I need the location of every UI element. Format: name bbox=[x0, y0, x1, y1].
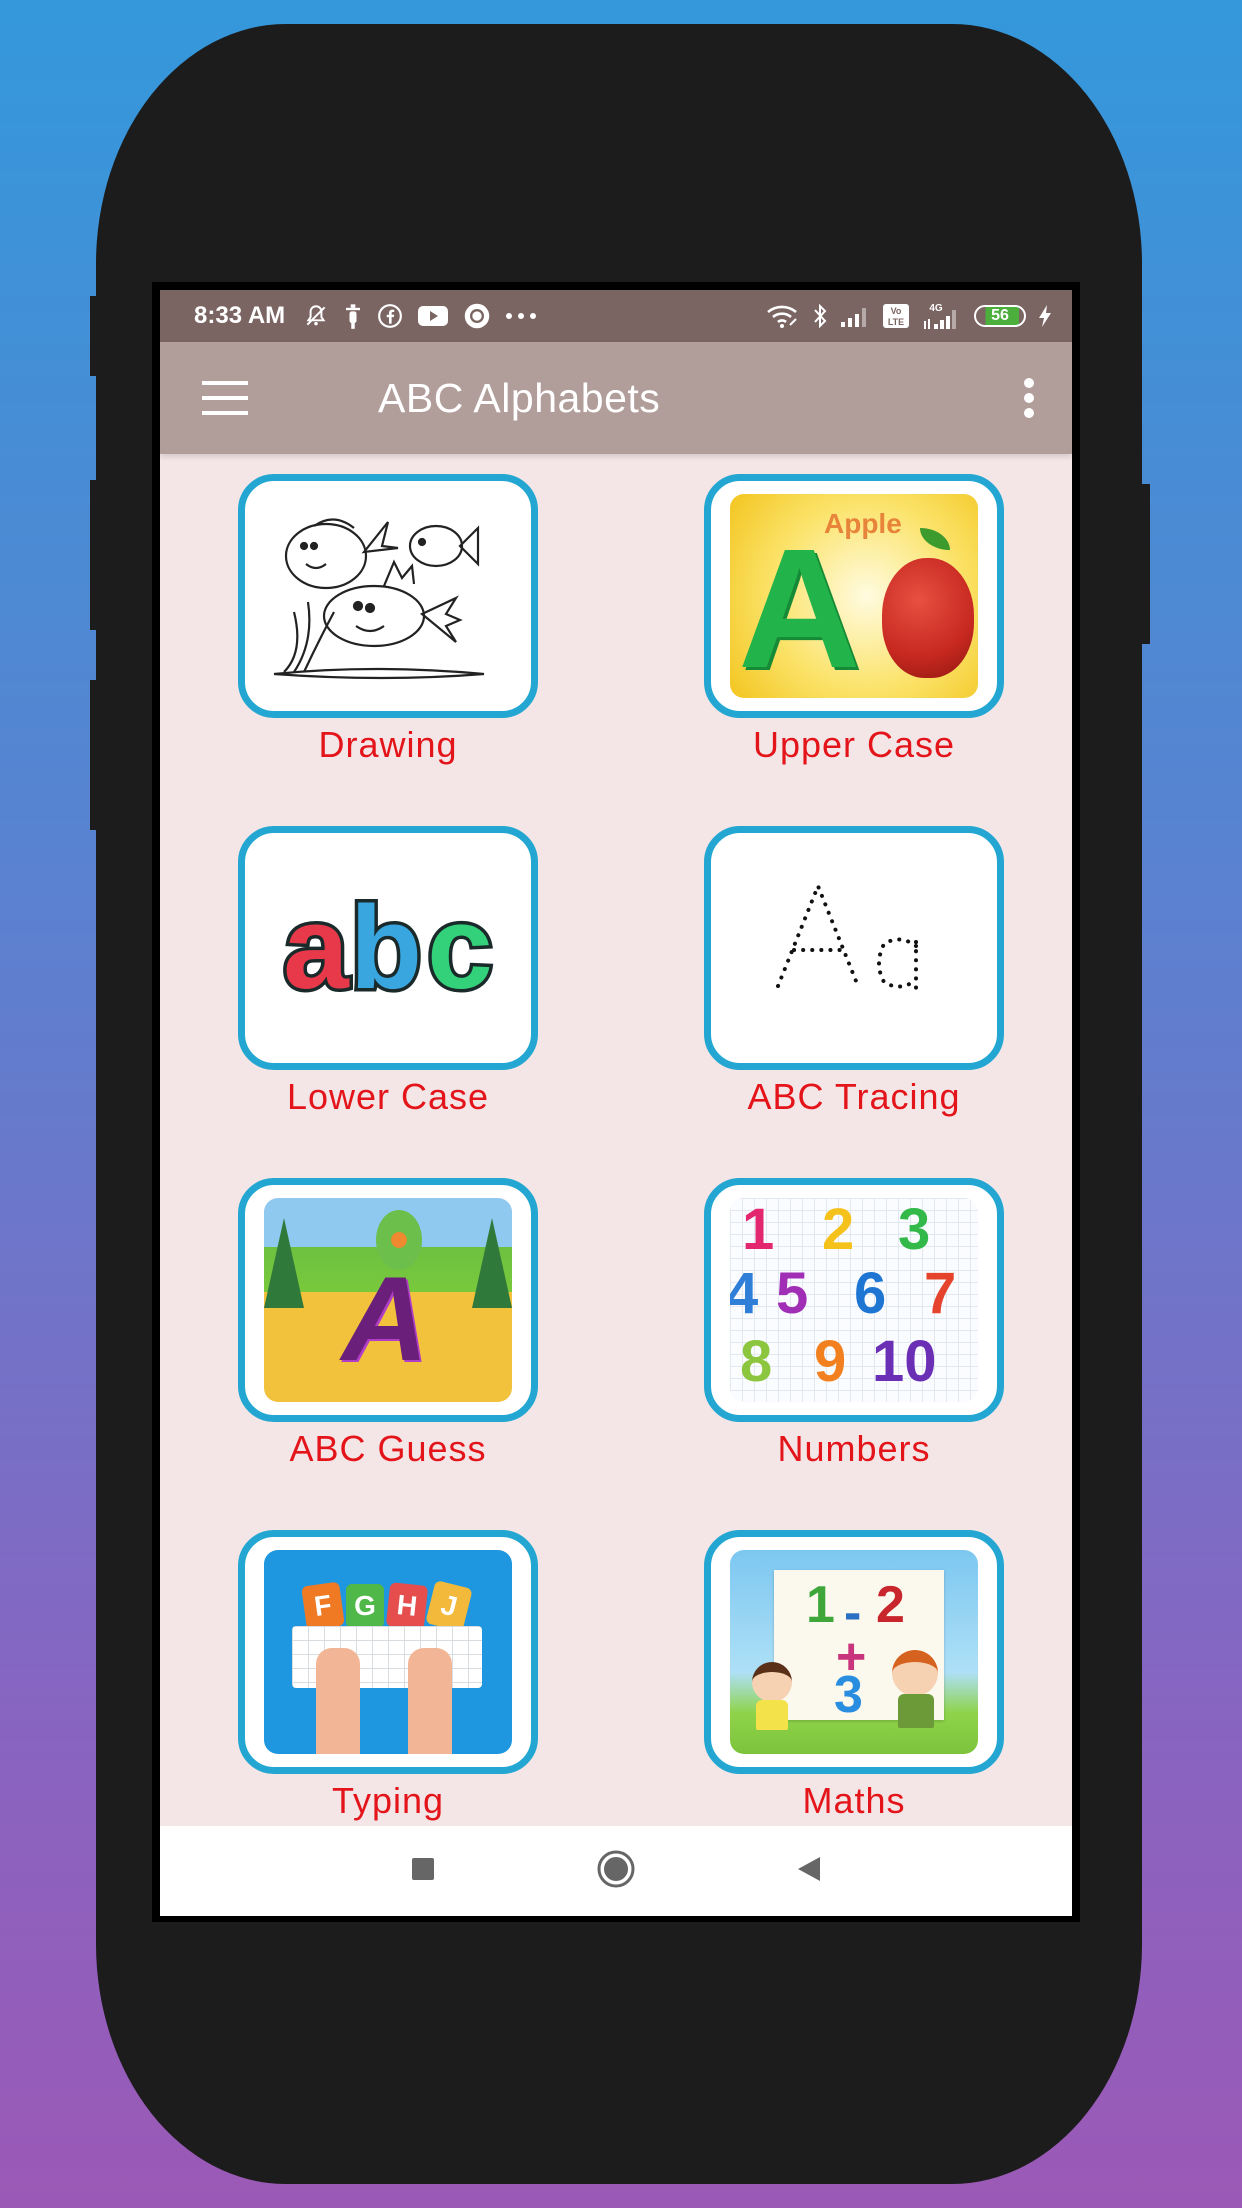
keyboard-hands-image: FGHJ bbox=[264, 1550, 512, 1754]
art-letters-aa: A a bbox=[341, 1252, 449, 1402]
math-glyph: 3 bbox=[834, 1666, 863, 1724]
boy-figure bbox=[892, 1650, 938, 1696]
back-button[interactable] bbox=[796, 1855, 822, 1888]
girl-figure bbox=[752, 1662, 792, 1702]
app-bar: ABC Alphabets bbox=[160, 342, 1072, 454]
tile-lower-case[interactable]: a b c Lower Case bbox=[238, 826, 538, 1118]
circle-app-icon bbox=[463, 302, 491, 330]
tile-label: Drawing bbox=[318, 724, 458, 765]
number-glyph: 2 bbox=[822, 1198, 855, 1262]
letter-key: F bbox=[301, 1581, 345, 1631]
phone-side-button bbox=[1140, 484, 1150, 644]
number-glyph: 8 bbox=[740, 1329, 773, 1394]
letter-key: J bbox=[425, 1580, 473, 1632]
recents-square-icon bbox=[412, 1857, 434, 1880]
letter-keys: FGHJ bbox=[301, 1580, 473, 1632]
abc-letters-image: a b c bbox=[264, 846, 512, 1050]
tile-label: Upper Case bbox=[752, 724, 956, 765]
tile-drawing[interactable]: Drawing bbox=[238, 474, 538, 766]
number-glyph: 9 bbox=[814, 1329, 847, 1394]
letter-key: G bbox=[346, 1584, 384, 1628]
number-glyph: 10 bbox=[872, 1329, 937, 1394]
tile-label: ABC Guess bbox=[289, 1428, 487, 1469]
tile-abc-tracing[interactable]: ABC Tracing bbox=[704, 826, 1004, 1118]
network-type-label: 4G bbox=[929, 303, 943, 314]
phone-side-button bbox=[90, 296, 100, 376]
more-notifications-icon bbox=[505, 312, 537, 320]
number-glyph: 3 bbox=[898, 1198, 931, 1262]
tile-label: Numbers bbox=[777, 1428, 931, 1469]
battery-icon: 56 bbox=[974, 305, 1026, 327]
svg-text:LTE: LTE bbox=[888, 317, 904, 327]
bluetooth-icon bbox=[812, 303, 828, 329]
tile-typing[interactable]: FGHJ Typing bbox=[238, 1530, 538, 1822]
right-hand bbox=[408, 1648, 452, 1754]
apple-letter-a-image: Apple A bbox=[730, 494, 978, 698]
recents-button[interactable] bbox=[410, 1856, 436, 1887]
home-circle-icon bbox=[597, 1850, 635, 1887]
tile-numbers[interactable]: 123 4567 89 10 Numbers bbox=[704, 1178, 1004, 1470]
math-glyph: 1 bbox=[806, 1576, 835, 1634]
number-glyph: 4 bbox=[730, 1264, 758, 1324]
apple-leaf bbox=[920, 528, 950, 550]
charging-icon bbox=[1038, 304, 1052, 328]
tile-label: Lower Case bbox=[286, 1076, 490, 1117]
status-bar: 8:33 AM Vo LTE 4G 56 bbox=[160, 290, 1072, 342]
tile-label: ABC Tracing bbox=[747, 1076, 961, 1117]
math-glyph: 2 bbox=[876, 1576, 905, 1634]
tile-label: Maths bbox=[802, 1780, 906, 1821]
youtube-icon bbox=[417, 304, 449, 328]
phone-side-button bbox=[90, 480, 100, 630]
app-title: ABC Alphabets bbox=[378, 374, 661, 421]
more-options-button[interactable] bbox=[1022, 378, 1036, 418]
tile-label: Typing bbox=[331, 1780, 445, 1821]
notifications-off-icon bbox=[303, 303, 329, 329]
phone-screen: 8:33 AM Vo LTE 4G 56 ABC Alphabets Drawi… bbox=[160, 290, 1072, 1916]
battery-level: 56 bbox=[991, 307, 1009, 324]
wifi-icon bbox=[766, 303, 800, 329]
kids-math-board-image: 1-2 +3 bbox=[730, 1550, 978, 1754]
number-glyph: 1 bbox=[742, 1198, 775, 1262]
svg-text:b: b bbox=[350, 888, 422, 1008]
apple-image bbox=[882, 558, 974, 678]
svg-text:Vo: Vo bbox=[891, 306, 902, 316]
fish-drawing-image bbox=[264, 494, 512, 698]
phone-side-button bbox=[90, 680, 100, 830]
number-glyph: 5 bbox=[776, 1261, 809, 1326]
svg-text:a: a bbox=[283, 888, 350, 1008]
tile-upper-case[interactable]: Apple A Upper Case bbox=[704, 474, 1004, 766]
left-hand bbox=[316, 1648, 360, 1754]
4g-signal-icon: 4G bbox=[922, 301, 962, 331]
numbers-art: 123 4567 89 10 bbox=[730, 1198, 978, 1402]
facebook-icon bbox=[377, 303, 403, 329]
volte-icon: Vo LTE bbox=[882, 303, 910, 329]
status-time: 8:33 AM bbox=[194, 302, 286, 329]
navigation-bar bbox=[160, 1826, 1072, 1916]
number-glyph: 6 bbox=[854, 1261, 887, 1326]
number-chart-image: 123 4567 89 10 bbox=[730, 1198, 978, 1402]
hamburger-menu-button[interactable] bbox=[202, 381, 252, 415]
tile-maths[interactable]: 1-2 +3 Maths bbox=[704, 1530, 1004, 1822]
hamburger-icon bbox=[202, 381, 248, 385]
scooter-icon bbox=[343, 302, 363, 330]
signal-icon bbox=[840, 304, 870, 328]
back-triangle-icon bbox=[798, 1856, 820, 1881]
more-vert-icon bbox=[1024, 378, 1034, 388]
dotted-aa-image bbox=[730, 846, 978, 1050]
activity-grid: Drawing Apple A Upper Case a b c Lower C… bbox=[160, 454, 1072, 1826]
letters-with-eyes-image: A a bbox=[264, 1198, 512, 1402]
tile-abc-guess[interactable]: A a ABC Guess bbox=[238, 1178, 538, 1470]
art-letter-a: A bbox=[738, 514, 861, 698]
letter-key: H bbox=[385, 1582, 429, 1630]
svg-text:c: c bbox=[427, 888, 493, 1008]
number-glyph: 7 bbox=[924, 1261, 957, 1326]
home-button[interactable] bbox=[596, 1849, 636, 1894]
